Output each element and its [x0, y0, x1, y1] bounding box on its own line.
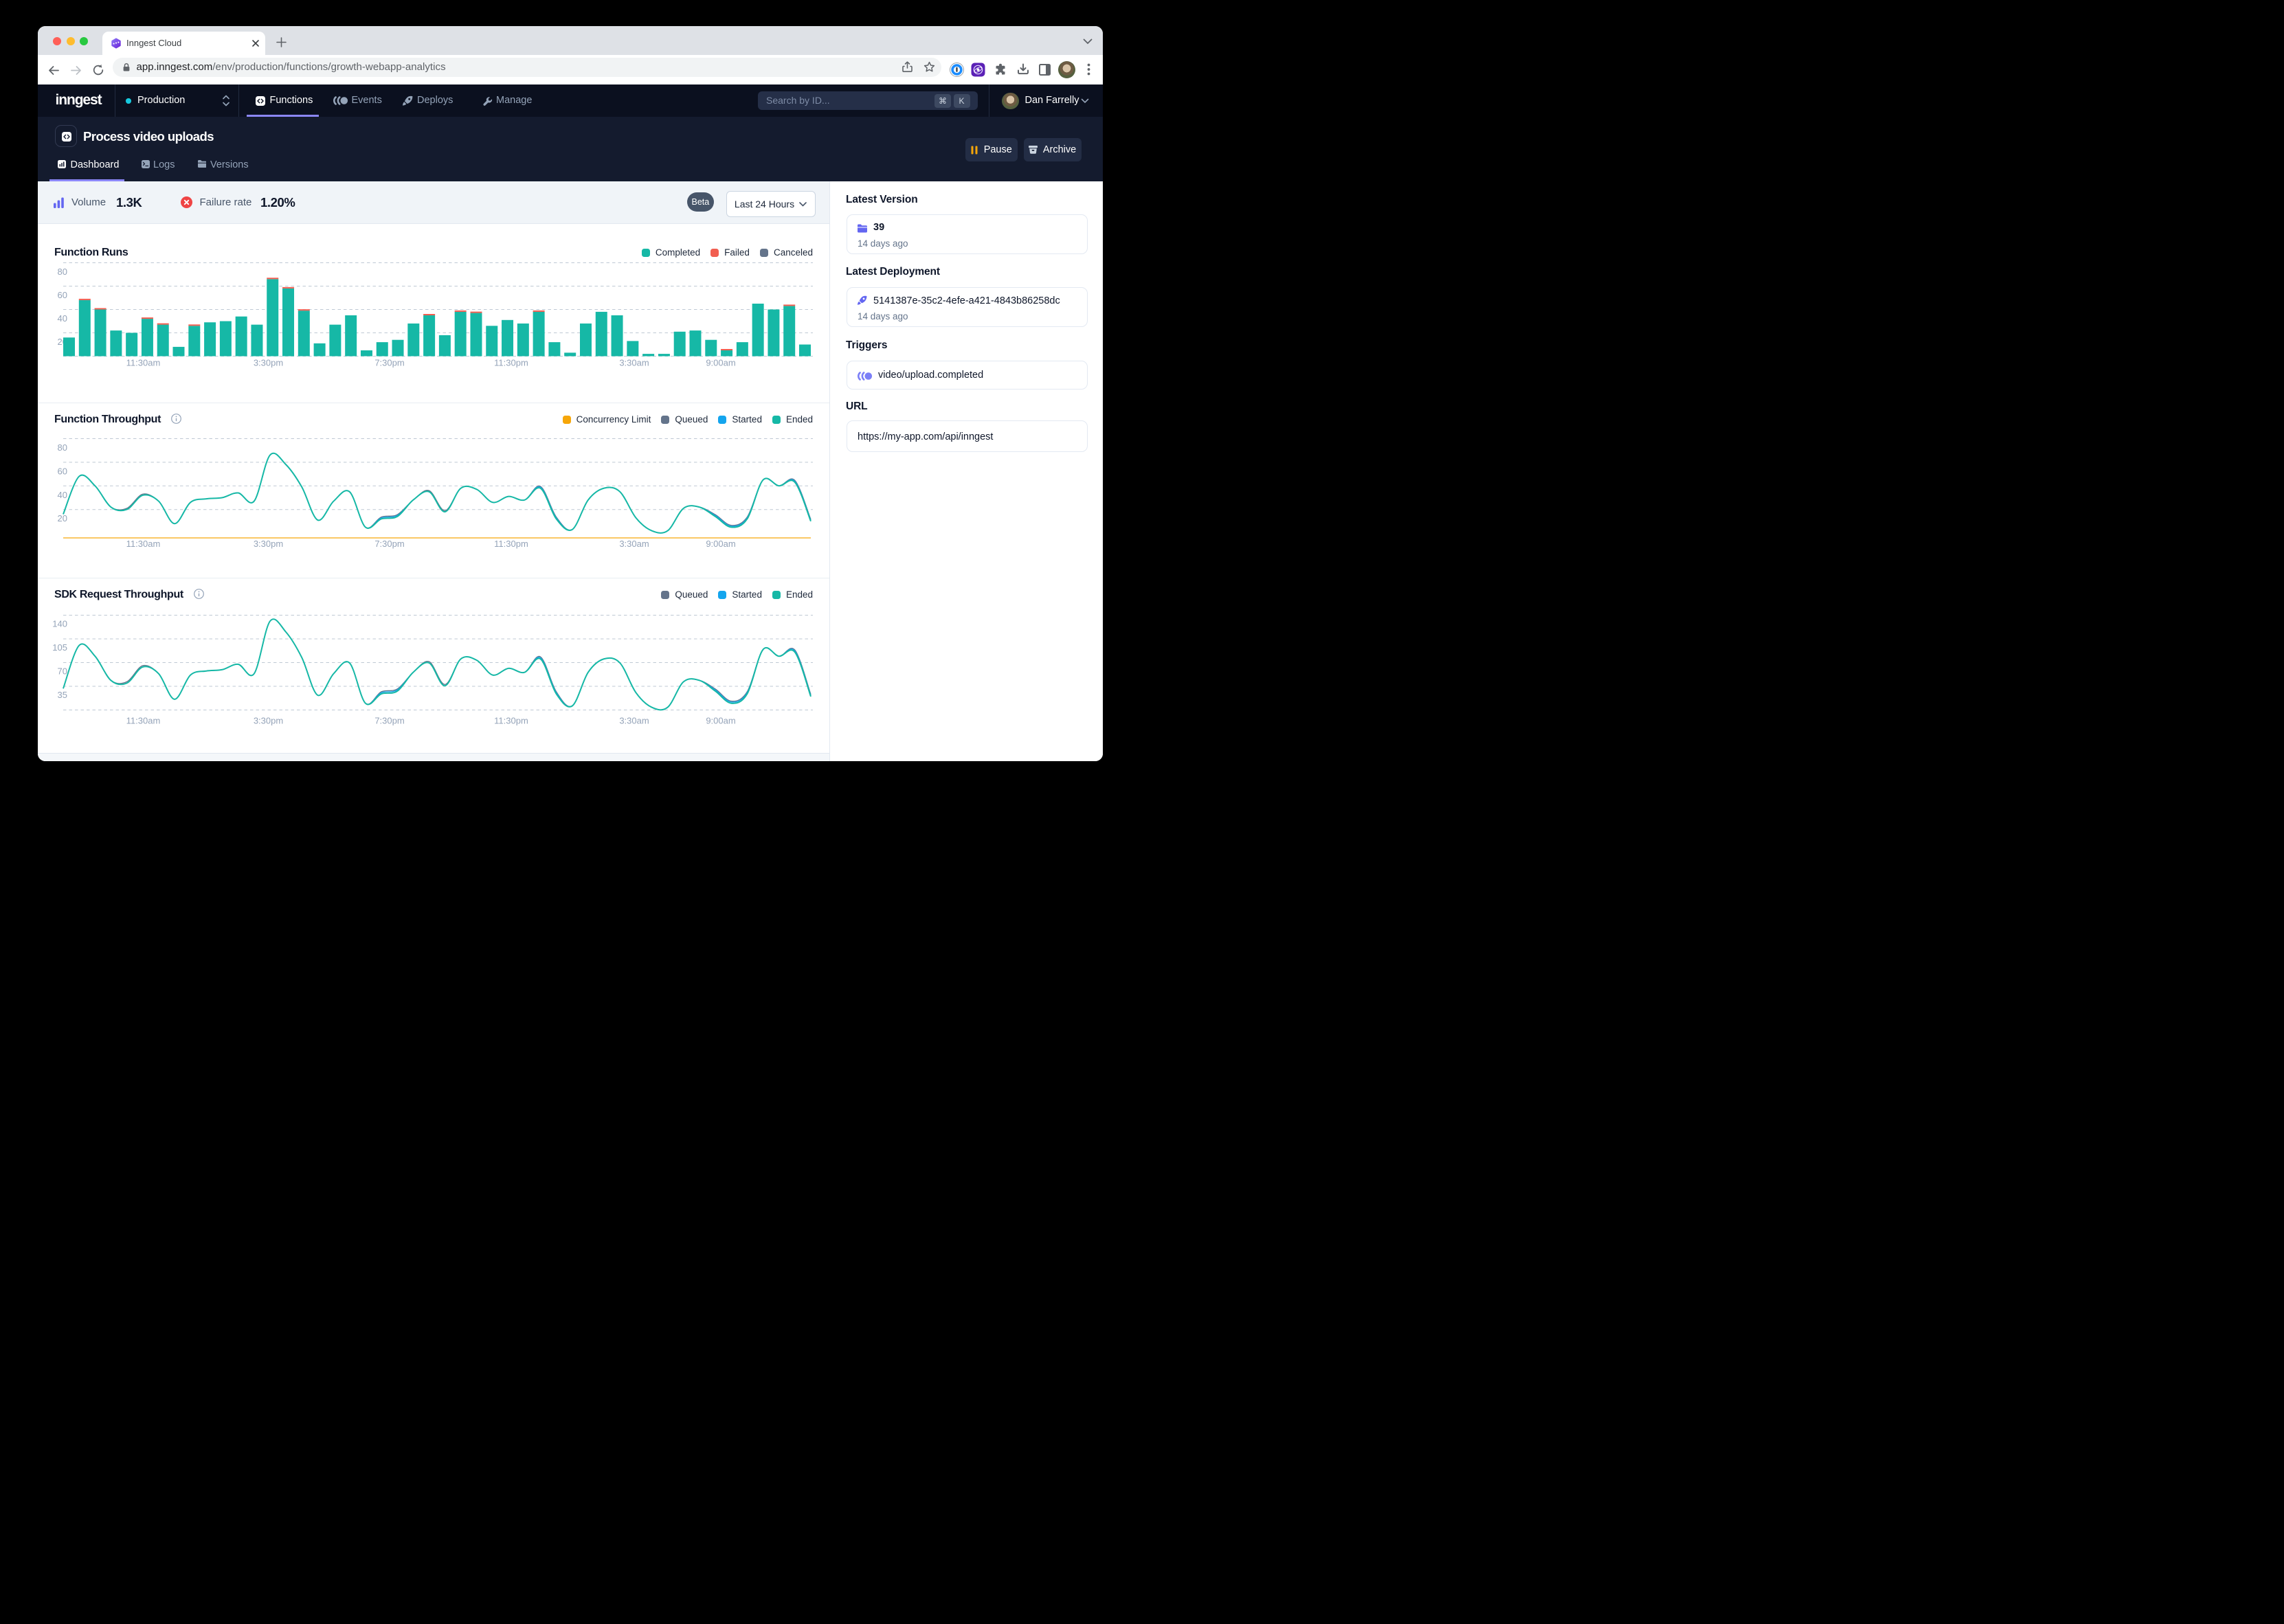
svg-text:35: 35: [58, 690, 67, 700]
svg-text:3:30pm: 3:30pm: [254, 539, 283, 549]
svg-text:105: 105: [52, 642, 67, 653]
svg-text:3:30am: 3:30am: [619, 716, 649, 726]
svg-text:70: 70: [58, 666, 67, 677]
svg-text:9:00am: 9:00am: [706, 358, 735, 368]
svg-text:40: 40: [58, 313, 67, 324]
svg-text:11:30am: 11:30am: [126, 716, 161, 726]
svg-text:3:30pm: 3:30pm: [254, 716, 283, 726]
svg-text:3:30am: 3:30am: [619, 539, 649, 549]
svg-text:11:30am: 11:30am: [126, 358, 161, 368]
svg-text:80: 80: [58, 442, 67, 453]
svg-text:7:30pm: 7:30pm: [374, 716, 404, 726]
svg-text:40: 40: [58, 490, 67, 500]
svg-text:11:30pm: 11:30pm: [494, 539, 528, 549]
svg-text:11:30pm: 11:30pm: [494, 716, 528, 726]
svg-text:7:30pm: 7:30pm: [374, 358, 404, 368]
svg-text:80: 80: [58, 267, 67, 277]
svg-text:9:00am: 9:00am: [706, 716, 735, 726]
svg-text:9:00am: 9:00am: [706, 539, 735, 549]
svg-text:60: 60: [58, 290, 67, 300]
svg-text:11:30am: 11:30am: [126, 539, 161, 549]
svg-text:60: 60: [58, 466, 67, 476]
svg-text:140: 140: [52, 619, 67, 629]
svg-text:20: 20: [58, 513, 67, 523]
svg-text:3:30pm: 3:30pm: [254, 358, 283, 368]
svg-text:3:30am: 3:30am: [619, 358, 649, 368]
svg-text:7:30pm: 7:30pm: [374, 539, 404, 549]
svg-text:11:30pm: 11:30pm: [494, 358, 528, 368]
